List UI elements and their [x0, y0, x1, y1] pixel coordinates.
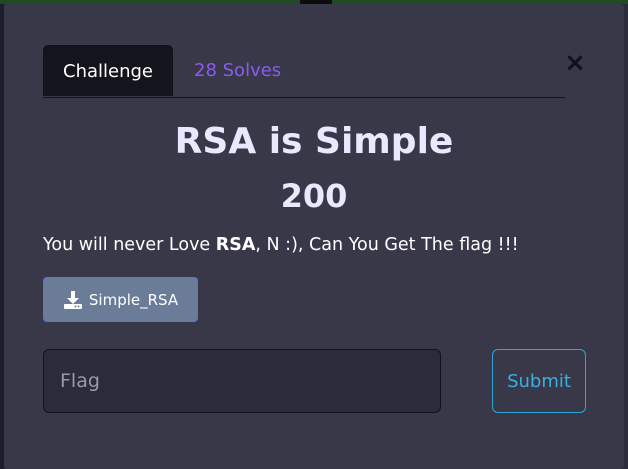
- download-icon: [63, 290, 82, 309]
- challenge-points: 200: [280, 177, 348, 215]
- submit-button[interactable]: Submit: [492, 349, 586, 413]
- close-button[interactable]: ×: [563, 48, 587, 78]
- close-icon: ×: [564, 48, 586, 78]
- modal-tabs: Challenge 28 Solves: [43, 45, 565, 98]
- description-bold: RSA: [215, 235, 256, 255]
- description-text-end: , N :), Can You Get The flag !!!: [255, 235, 519, 255]
- challenge-title: RSA is Simple: [174, 121, 454, 162]
- challenge-modal: Challenge 28 Solves × RSA is Simple 200 …: [4, 4, 624, 469]
- flag-input[interactable]: [43, 349, 441, 413]
- challenge-description: You will never Love RSA, N :), Can You G…: [43, 235, 519, 255]
- file-name-label: Simple_RSA: [88, 290, 179, 309]
- tab-challenge[interactable]: Challenge: [43, 45, 173, 96]
- file-download-button[interactable]: Simple_RSA: [43, 277, 198, 322]
- tab-solves[interactable]: 28 Solves: [173, 45, 302, 96]
- description-text: You will never Love: [43, 235, 216, 255]
